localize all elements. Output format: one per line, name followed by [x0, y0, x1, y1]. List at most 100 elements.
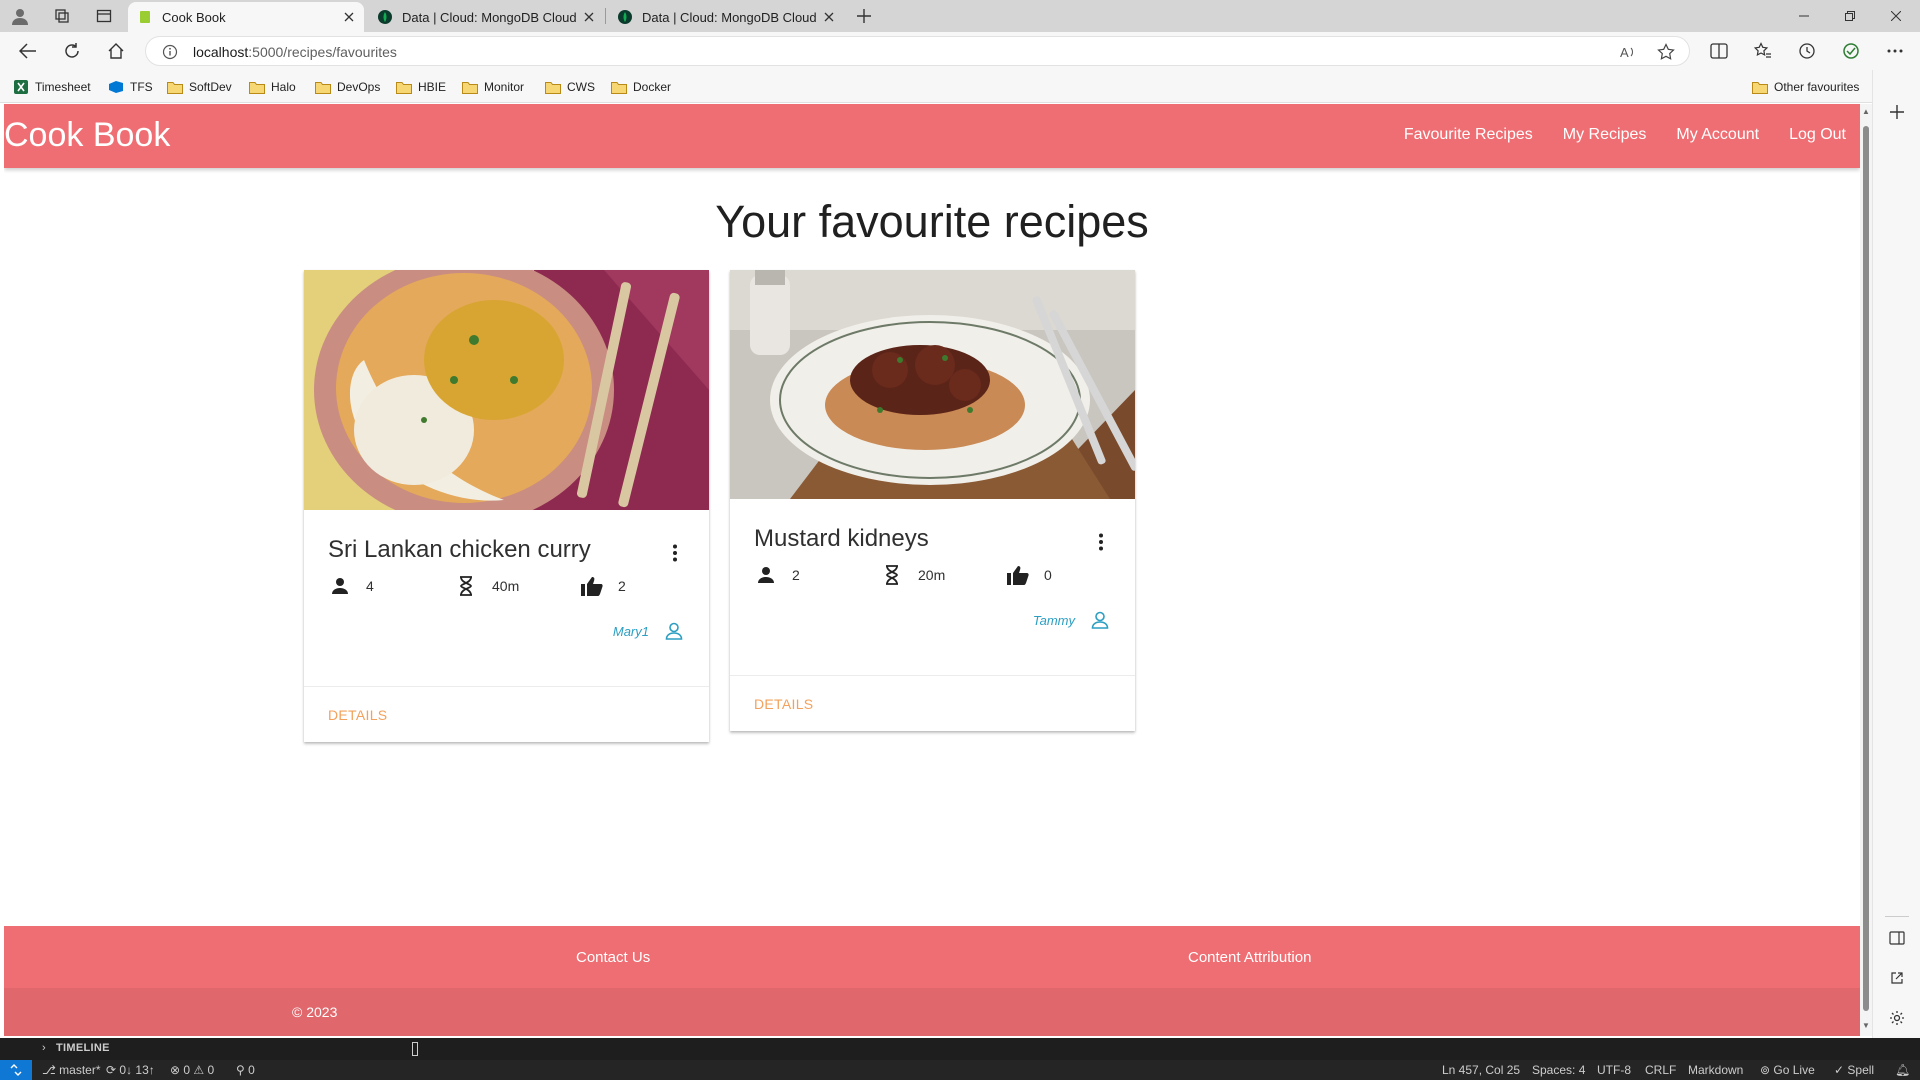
go-live-button[interactable]: ⊚ Go Live: [1760, 1063, 1815, 1077]
workspaces-icon[interactable]: [50, 4, 74, 28]
bookmark-label: Timesheet: [35, 80, 91, 94]
contact-us-link[interactable]: Contact Us: [576, 949, 650, 966]
time-value: 20m: [918, 567, 946, 583]
nav-my-recipes[interactable]: My Recipes: [1563, 126, 1647, 144]
nav-my-account[interactable]: My Account: [1676, 126, 1759, 144]
timeline-label: TIMELINE: [56, 1042, 110, 1054]
tab-mongodb-1[interactable]: Data | Cloud: MongoDB Cloud: [368, 2, 604, 32]
open-external-icon[interactable]: [1885, 966, 1909, 990]
bookmark-softdev[interactable]: SoftDev: [167, 77, 232, 97]
bookmark-label: Monitor: [484, 80, 525, 94]
remote-indicator-icon[interactable]: [0, 1060, 32, 1080]
vscode-timeline-panel[interactable]: › TIMELINE: [0, 1038, 1920, 1060]
recipe-author[interactable]: Mary1: [613, 620, 685, 642]
home-icon[interactable]: [104, 39, 128, 63]
site-info-icon[interactable]: [162, 44, 178, 60]
recipe-image-kidneys[interactable]: [730, 270, 1135, 499]
folder-icon: [462, 80, 478, 94]
mongodb-favicon-icon: [378, 10, 392, 24]
close-tab-icon[interactable]: [582, 10, 596, 24]
details-button[interactable]: DETAILS: [754, 696, 813, 712]
vscode-status-bar: ⎇ master* ⟳ 0↓ 13↑ ⊗ 0 ⚠ 0 ⚲ 0 Ln 457, C…: [0, 1060, 1920, 1080]
more-vert-icon[interactable]: [669, 542, 681, 564]
profile-icon[interactable]: [8, 4, 32, 28]
bookmark-tfs[interactable]: TFS: [108, 77, 153, 97]
notifications-bell-icon[interactable]: 🔔︎: [1895, 1063, 1910, 1077]
time-stat: 40m: [454, 574, 519, 598]
thumb-up-icon[interactable]: [1006, 563, 1030, 587]
tab-title: Data | Cloud: MongoDB Cloud: [642, 9, 817, 25]
scroll-up-icon[interactable]: ▲: [1862, 108, 1870, 116]
extensions-icon[interactable]: [1839, 39, 1863, 63]
folder-icon: [167, 80, 183, 94]
scroll-down-icon[interactable]: ▼: [1862, 1022, 1870, 1030]
bookmark-cws[interactable]: CWS: [545, 77, 595, 97]
ports-indicator[interactable]: ⚲ 0: [236, 1063, 255, 1077]
time-stat: 20m: [880, 563, 945, 587]
bookmark-docker[interactable]: Docker: [611, 77, 671, 97]
bookmark-label: Halo: [271, 80, 296, 94]
git-branch[interactable]: ⎇ master*: [42, 1063, 101, 1077]
address-bar[interactable]: localhost:5000/recipes/favourites A: [145, 36, 1690, 66]
git-sync[interactable]: ⟳ 0↓ 13↑: [106, 1063, 155, 1077]
recipe-author[interactable]: Tammy: [1033, 609, 1111, 631]
chevron-right-icon: ›: [42, 1042, 46, 1054]
tab-mongodb-2[interactable]: Data | Cloud: MongoDB Cloud: [608, 2, 844, 32]
nav-favourite-recipes[interactable]: Favourite Recipes: [1404, 126, 1533, 144]
recipe-image-curry[interactable]: [304, 270, 709, 510]
close-tab-icon[interactable]: [822, 10, 836, 24]
split-screen-icon[interactable]: [1707, 39, 1731, 63]
bookmark-monitor[interactable]: Monitor: [462, 77, 524, 97]
recipe-stats: 2 20m 0: [754, 563, 1114, 589]
language-mode[interactable]: Markdown: [1688, 1063, 1743, 1077]
main-nav: Favourite Recipes My Recipes My Account …: [1404, 126, 1846, 144]
read-aloud-icon[interactable]: A: [1619, 43, 1637, 64]
folder-icon: [1752, 80, 1768, 94]
likes-stat: 2: [580, 574, 626, 598]
excel-icon: [13, 80, 29, 94]
bookmark-hbie[interactable]: HBIE: [396, 77, 446, 97]
close-window-icon[interactable]: [1874, 0, 1918, 32]
indentation[interactable]: Spaces: 4: [1532, 1063, 1585, 1077]
refresh-icon[interactable]: [60, 39, 84, 63]
content-attribution-link[interactable]: Content Attribution: [1188, 949, 1311, 966]
cursor-position[interactable]: Ln 457, Col 25: [1442, 1063, 1520, 1077]
azure-devops-icon: [108, 80, 124, 94]
tab-cook-book[interactable]: Cook Book: [128, 2, 364, 32]
bookmark-devops[interactable]: DevOps: [315, 77, 380, 97]
card-actions: DETAILS: [304, 686, 709, 742]
bookmark-timesheet[interactable]: Timesheet: [13, 77, 91, 97]
nav-log-out[interactable]: Log Out: [1789, 126, 1846, 144]
details-button[interactable]: DETAILS: [328, 707, 387, 723]
restore-icon[interactable]: [1828, 0, 1872, 32]
page-scrollbar[interactable]: ▲ ▼: [1860, 104, 1872, 1036]
sidebar-toggle-icon[interactable]: [1885, 926, 1909, 950]
more-vert-icon[interactable]: [1095, 531, 1107, 553]
problems-indicator[interactable]: ⊗ 0 ⚠ 0: [170, 1063, 214, 1077]
recipe-stats: 4 40m 2: [328, 574, 688, 600]
close-tab-icon[interactable]: [342, 10, 356, 24]
bookmark-label: TFS: [130, 80, 153, 94]
hourglass-icon: [454, 574, 478, 598]
favourite-star-icon[interactable]: [1657, 43, 1675, 64]
brand-logo[interactable]: Cook Book: [4, 116, 170, 155]
more-options-icon[interactable]: [1883, 39, 1907, 63]
settings-gear-icon[interactable]: [1885, 1006, 1909, 1030]
bookmark-halo[interactable]: Halo: [249, 77, 296, 97]
new-tab-icon[interactable]: [852, 4, 876, 28]
thumb-up-icon[interactable]: [580, 574, 604, 598]
history-icon[interactable]: [1795, 39, 1819, 63]
add-sidebar-app-icon[interactable]: [1885, 100, 1909, 124]
bookmark-label: SoftDev: [189, 80, 232, 94]
encoding[interactable]: UTF-8: [1597, 1063, 1631, 1077]
scroll-thumb[interactable]: [1863, 126, 1869, 1011]
minimize-icon[interactable]: [1782, 0, 1826, 32]
back-icon[interactable]: [16, 39, 40, 63]
spell-check[interactable]: ✓ Spell: [1834, 1063, 1874, 1077]
favourites-icon[interactable]: [1751, 39, 1775, 63]
tab-actions-icon[interactable]: [92, 4, 116, 28]
folder-icon: [545, 80, 561, 94]
servings-value: 2: [792, 567, 800, 583]
bookmark-other-favourites[interactable]: Other favourites: [1752, 77, 1859, 97]
line-ending[interactable]: CRLF: [1645, 1063, 1676, 1077]
